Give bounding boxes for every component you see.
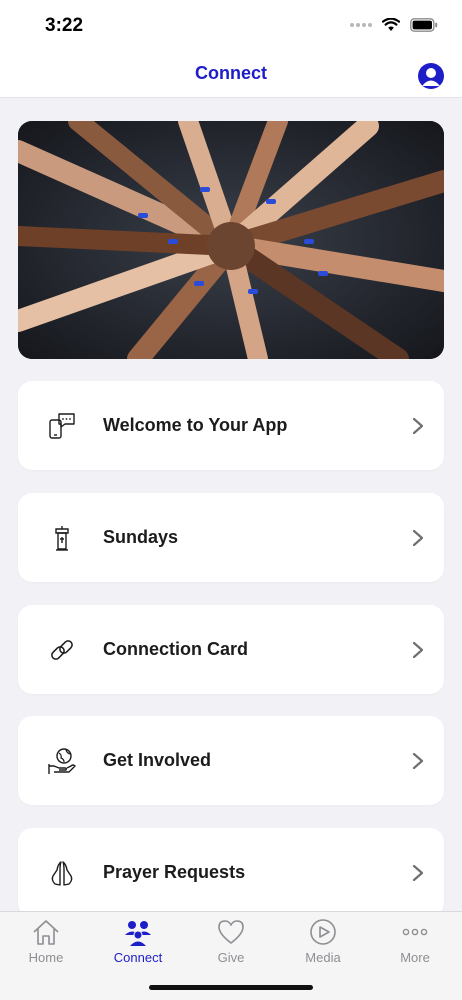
menu-item-label: Prayer Requests — [103, 862, 246, 882]
heart-icon — [218, 920, 244, 944]
phone-chat-icon — [49, 413, 75, 439]
menu-item-label: Connection Card — [103, 639, 249, 659]
status-bar: 3:22 — [0, 0, 462, 50]
people-icon — [125, 921, 151, 946]
tab-media[interactable]: Media — [277, 912, 369, 972]
menu-item-label: Sundays — [103, 527, 179, 547]
hands-together-illustration — [18, 121, 444, 359]
menu-item-prayer-requests[interactable]: Prayer Requests — [18, 828, 444, 917]
battery-icon — [410, 18, 438, 32]
tab-label: Home — [28, 950, 64, 965]
signal-icon — [350, 23, 372, 27]
tab-label: Connect — [113, 950, 163, 965]
chevron-right-icon — [412, 641, 424, 659]
menu-item-label: Get Involved — [103, 750, 212, 770]
profile-button[interactable] — [418, 63, 444, 89]
status-icons — [350, 16, 438, 34]
tab-more[interactable]: More — [369, 912, 461, 972]
tab-connect[interactable]: Connect — [92, 912, 184, 972]
menu-item-get-involved[interactable]: Get Involved — [18, 716, 444, 805]
tab-label: Give — [217, 950, 245, 965]
play-icon — [310, 919, 336, 945]
chevron-right-icon — [412, 864, 424, 882]
chevron-right-icon — [412, 529, 424, 547]
home-indicator — [149, 985, 313, 990]
tab-label: Media — [305, 950, 341, 965]
menu-item-welcome[interactable]: Welcome to Your App — [18, 381, 444, 470]
wifi-icon — [382, 18, 400, 31]
menu-item-connection-card[interactable]: Connection Card — [18, 605, 444, 694]
chevron-right-icon — [412, 752, 424, 770]
link-icon — [51, 640, 73, 660]
tab-give[interactable]: Give — [185, 912, 277, 972]
chevron-right-icon — [412, 417, 424, 435]
status-time: 3:22 — [45, 15, 84, 36]
page-title: Connect — [195, 63, 267, 83]
hero-image — [18, 121, 444, 359]
globe-hand-icon — [48, 748, 76, 774]
pulpit-icon — [55, 526, 69, 551]
home-icon — [33, 920, 59, 945]
menu-item-sundays[interactable]: Sundays — [18, 493, 444, 582]
navigation-bar: Connect — [0, 50, 462, 98]
menu-item-label: Welcome to Your App — [103, 415, 288, 435]
profile-icon — [422, 68, 440, 86]
tab-label: More — [400, 950, 430, 965]
tab-home[interactable]: Home — [0, 912, 92, 972]
more-dots-icon — [402, 928, 428, 936]
praying-hands-icon — [51, 861, 73, 886]
